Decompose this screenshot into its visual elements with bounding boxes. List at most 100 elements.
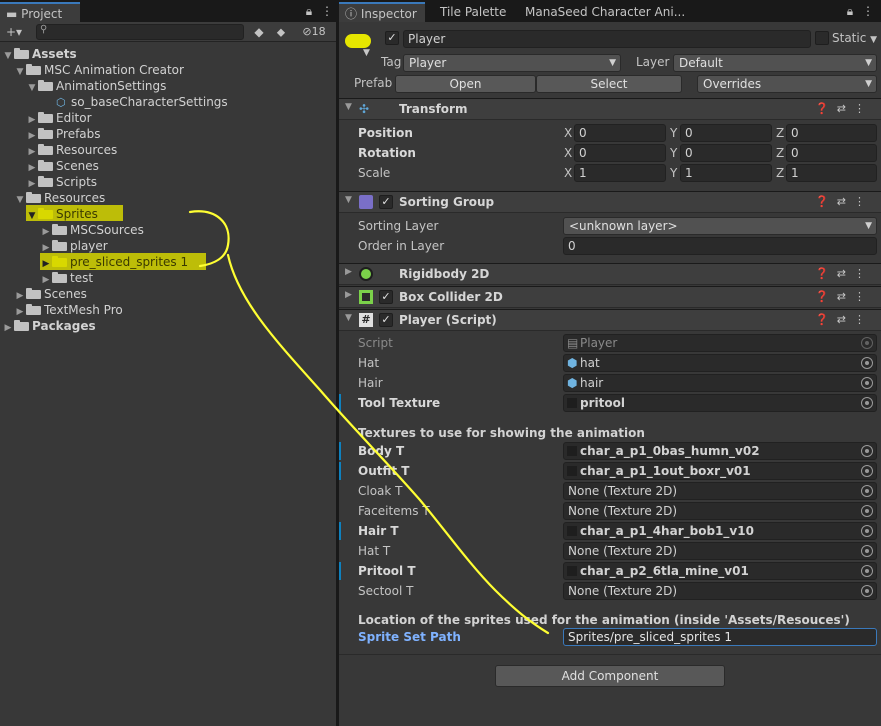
preset-icon[interactable]: ⇄ — [837, 102, 854, 115]
more-icon[interactable]: ⋮ — [854, 102, 873, 115]
hair-t-field[interactable]: char_a_p1_4har_bob1_v10 — [563, 522, 877, 540]
y-label[interactable]: Y — [670, 164, 677, 182]
outfit-t-field[interactable]: char_a_p1_1out_boxr_v01 — [563, 462, 877, 480]
more-icon[interactable]: ⋮ — [854, 290, 873, 303]
scale-x[interactable]: 1 — [574, 164, 666, 182]
tree-item-assets[interactable]: ▼ Assets — [2, 46, 77, 62]
scale-z[interactable]: 1 — [786, 164, 877, 182]
static-checkbox[interactable] — [815, 31, 829, 45]
lock-icon[interactable]: 🔒︎ — [841, 3, 859, 19]
tree-item-scenes[interactable]: ▶ Scenes — [14, 286, 87, 302]
add-component-button[interactable]: Add Component — [495, 665, 725, 687]
more-icon[interactable]: ⋮ — [854, 313, 873, 326]
preset-icon[interactable]: ⇄ — [837, 195, 854, 208]
preset-icon[interactable]: ⇄ — [837, 313, 854, 326]
box-collider-header[interactable]: ▶ ✓ Box Collider 2D ❓⇄⋮ — [339, 286, 881, 308]
rotation-y[interactable]: 0 — [680, 144, 772, 162]
chevron-down-icon[interactable]: ▼ — [345, 102, 352, 112]
tool-texture-field[interactable]: pritool — [563, 394, 877, 412]
object-picker-icon[interactable] — [861, 377, 873, 389]
rotation-z[interactable]: 0 — [786, 144, 877, 162]
rigidbody-header[interactable]: ▶ Rigidbody 2D ❓⇄⋮ — [339, 263, 881, 285]
chevron-right-icon[interactable]: ▶ — [2, 320, 14, 336]
filter-type-icon[interactable]: ◆ — [250, 24, 268, 40]
layer-dropdown[interactable]: Default ▼ — [673, 54, 877, 72]
preset-icon[interactable]: ⇄ — [837, 290, 854, 303]
tab-manaseed[interactable]: ManaSeed Character Ani... — [525, 2, 685, 22]
tree-item-resources-inner[interactable]: ▶ Resources — [26, 142, 118, 158]
hidden-packages-toggle[interactable]: ⊘18 — [296, 24, 332, 40]
search-input[interactable]: ⚲ — [36, 24, 244, 40]
tree-item-so-base-character-settings[interactable]: ⬡ so_baseCharacterSettings — [56, 94, 228, 110]
tree-item-pre-sliced-sprites[interactable]: ▶ pre_sliced_sprites 1 — [40, 254, 189, 270]
sorting-layer-dropdown[interactable]: <unknown layer> ▼ — [563, 217, 877, 235]
object-picker-icon[interactable] — [861, 585, 873, 597]
transform-header[interactable]: ▼ ✣ Transform ❓⇄⋮ — [339, 98, 881, 120]
help-icon[interactable]: ❓ — [815, 267, 837, 280]
object-picker-icon[interactable] — [861, 357, 873, 369]
chevron-down-icon[interactable]: ▼ — [345, 195, 352, 205]
hair-field[interactable]: ⬢ hair — [563, 374, 877, 392]
prefab-overrides-dropdown[interactable]: Overrides ▼ — [697, 75, 877, 93]
hat-field[interactable]: ⬢ hat — [563, 354, 877, 372]
tree-item-editor[interactable]: ▶ Editor — [26, 110, 92, 126]
tree-item-scenes-inner[interactable]: ▶ Scenes — [26, 158, 99, 174]
faceitems-t-field[interactable]: None (Texture 2D) — [563, 502, 877, 520]
x-label[interactable]: X — [564, 144, 572, 162]
tree-item-test[interactable]: ▶ test — [40, 270, 94, 286]
help-icon[interactable]: ❓ — [815, 102, 837, 115]
tree-item-textmesh-pro[interactable]: ▶ TextMesh Pro — [14, 302, 123, 318]
object-picker-icon[interactable] — [861, 445, 873, 457]
gameobject-icon[interactable] — [345, 34, 371, 48]
pritool-t-field[interactable]: char_a_p2_6tla_mine_v01 — [563, 562, 877, 580]
chevron-down-icon[interactable]: ▼ — [14, 64, 26, 80]
z-label[interactable]: Z — [776, 124, 784, 142]
object-picker-icon[interactable] — [861, 465, 873, 477]
y-label[interactable]: Y — [670, 124, 677, 142]
chevron-down-icon[interactable]: ▼ — [2, 48, 14, 64]
sprite-set-path-input[interactable]: Sprites/pre_sliced_sprites 1 — [563, 628, 877, 646]
body-t-field[interactable]: char_a_p1_0bas_humn_v02 — [563, 442, 877, 460]
chevron-right-icon[interactable]: ▶ — [345, 290, 352, 300]
more-icon[interactable]: ⋮ — [854, 195, 873, 208]
object-picker-icon[interactable] — [861, 505, 873, 517]
object-picker-icon[interactable] — [861, 485, 873, 497]
tree-item-scripts[interactable]: ▶ Scripts — [26, 174, 98, 190]
chevron-down-icon[interactable]: ▼ — [26, 80, 38, 96]
filter-label-icon[interactable]: ⬥ — [272, 24, 290, 40]
help-icon[interactable]: ❓ — [815, 290, 837, 303]
chevron-down-icon[interactable]: ▼ — [14, 192, 26, 208]
rotation-x[interactable]: 0 — [574, 144, 666, 162]
component-header-icons[interactable]: ❓⇄⋮ — [815, 195, 873, 208]
tree-item-animation-settings[interactable]: ▼ AnimationSettings — [26, 78, 167, 96]
cloak-t-field[interactable]: None (Texture 2D) — [563, 482, 877, 500]
x-label[interactable]: X — [564, 124, 572, 142]
menu-kebab-icon[interactable]: ⋮ — [859, 3, 877, 19]
order-in-layer-field[interactable]: 0 — [563, 237, 877, 255]
enabled-checkbox[interactable]: ✓ — [379, 313, 393, 327]
object-picker-icon[interactable] — [861, 545, 873, 557]
tree-item-msc-animation-creator[interactable]: ▼ MSC Animation Creator — [14, 62, 184, 78]
enabled-checkbox[interactable]: ✓ — [379, 290, 393, 304]
y-label[interactable]: Y — [670, 144, 677, 162]
tag-dropdown[interactable]: Player ▼ — [403, 54, 621, 72]
prefab-open-button[interactable]: Open — [395, 75, 536, 93]
tree-item-resources[interactable]: ▼ Resources — [14, 190, 106, 208]
chevron-right-icon[interactable]: ▶ — [345, 267, 352, 277]
tree-item-player[interactable]: ▶ player — [40, 238, 108, 254]
tab-project[interactable]: ▬ Project — [0, 2, 80, 22]
object-name-field[interactable]: Player — [403, 30, 811, 48]
component-header-icons[interactable]: ❓⇄⋮ — [815, 102, 873, 115]
sectool-t-field[interactable]: None (Texture 2D) — [563, 582, 877, 600]
tree-item-packages[interactable]: ▶ Packages — [2, 318, 96, 334]
prefab-select-button[interactable]: Select — [536, 75, 682, 93]
component-header-icons[interactable]: ❓⇄⋮ — [815, 313, 873, 326]
help-icon[interactable]: ❓ — [815, 195, 837, 208]
tab-inspector[interactable]: ⓘ Inspector — [339, 2, 425, 22]
z-label[interactable]: Z — [776, 164, 784, 182]
chevron-down-icon[interactable]: ▼ — [26, 208, 38, 224]
hat-t-field[interactable]: None (Texture 2D) — [563, 542, 877, 560]
scale-y[interactable]: 1 — [680, 164, 772, 182]
z-label[interactable]: Z — [776, 144, 784, 162]
help-icon[interactable]: ❓ — [815, 313, 837, 326]
